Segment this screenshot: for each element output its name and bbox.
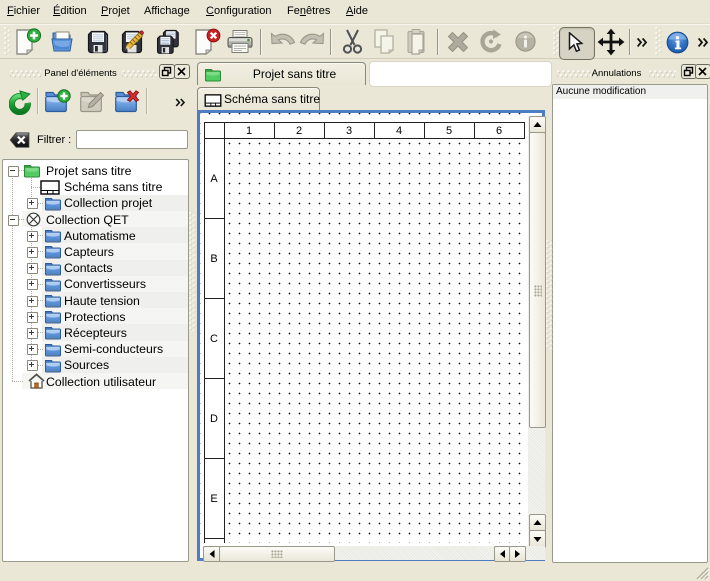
svg-text:3: 3 [346, 125, 352, 137]
svg-text:E: E [210, 493, 217, 505]
svg-text:1: 1 [246, 125, 252, 137]
svg-text:2: 2 [296, 125, 302, 137]
svg-text:B: B [210, 253, 217, 265]
svg-text:D: D [210, 413, 218, 425]
svg-text:C: C [210, 333, 218, 345]
svg-text:4: 4 [396, 125, 402, 137]
svg-text:5: 5 [446, 125, 452, 137]
svg-text:A: A [210, 173, 218, 185]
svg-text:6: 6 [496, 125, 502, 137]
